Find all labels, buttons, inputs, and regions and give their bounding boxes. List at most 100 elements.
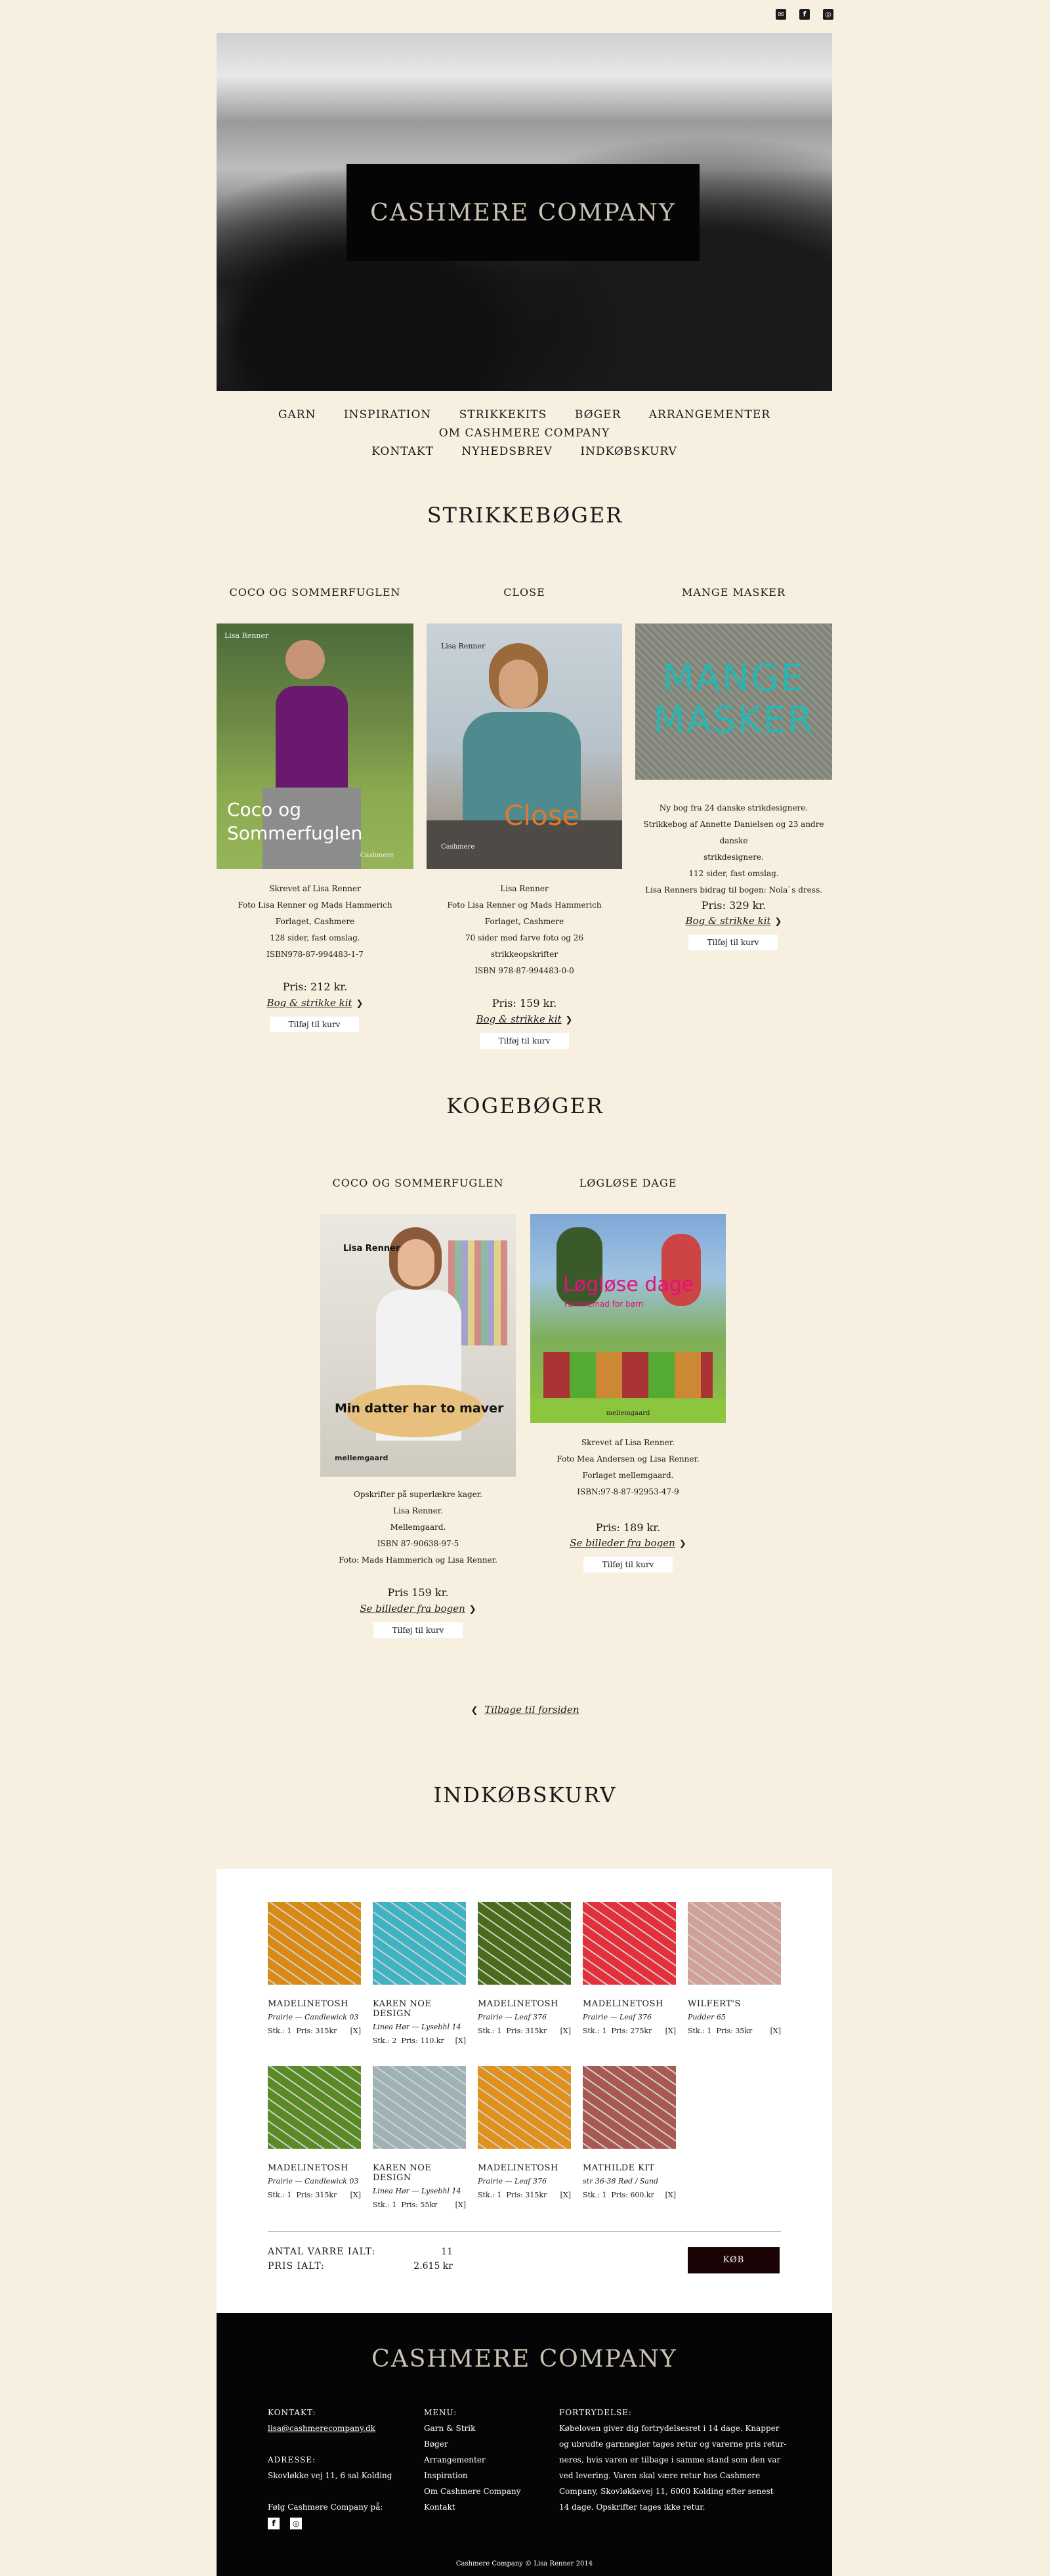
kit-link[interactable]: Bog & strikke kit (217, 997, 413, 1009)
item-qty: Stk.: 2 (373, 2037, 397, 2045)
add-to-cart-button[interactable]: Tilføj til kurv (373, 1622, 463, 1638)
item-qty: Stk.: 1 (268, 2027, 292, 2035)
item-price: Pris: 35kr (716, 2027, 753, 2035)
footer-menu-item[interactable]: Garn & Strik (424, 2420, 521, 2436)
facebook-icon[interactable]: f (268, 2518, 280, 2529)
nav-item-inspiration[interactable]: INSPIRATION (344, 408, 431, 421)
add-to-cart-button[interactable]: Tilføj til kurv (480, 1033, 569, 1049)
item-qty: Stk.: 1 (478, 2027, 502, 2035)
remove-item-button[interactable]: [X] (455, 2201, 466, 2209)
social-links: ✉ f ◎ (776, 9, 833, 20)
yarn-swatch-image[interactable] (478, 1902, 571, 1985)
hero-logo-box[interactable]: CASHMERE COMPANY (346, 164, 700, 261)
product-price: Pris: 329 kr. (701, 899, 766, 912)
chevron-left-icon: ❮ (471, 1706, 478, 1716)
item-price: Pris: 600.kr (611, 2191, 654, 2199)
images-link[interactable]: Se billeder fra bogen (320, 1603, 516, 1615)
book-cover-mange-masker[interactable]: MANGE MASKER (635, 623, 832, 780)
nav-item-om[interactable]: OM CASHMERE COMPANY (439, 427, 610, 440)
section-title-cart: INDKØBSKURV (433, 1783, 617, 1807)
footer: CASHMERE COMPANY KONTAKT: lisa@cashmerec… (217, 2313, 832, 2576)
total-price-value: 2.615 kr (413, 2261, 453, 2271)
book-cover-min-datter[interactable]: Lisa Renner Min datter har to maver mell… (320, 1214, 516, 1477)
nav-item-indkobskurv[interactable]: INDKØBSKURV (580, 445, 677, 458)
book-cover-close[interactable]: Lisa Renner Close Cashmere (427, 623, 622, 869)
remove-item-button[interactable]: [X] (560, 2191, 571, 2199)
facebook-icon[interactable]: f (799, 9, 810, 20)
nav-item-strikkekits[interactable]: STRIKKEKITS (459, 408, 547, 421)
item-brand: MADELINETOSH (268, 2163, 348, 2173)
footer-contact: KONTAKT: lisa@cashmerecompany.dk ADRESSE… (268, 2408, 392, 2529)
contact-email-link[interactable]: lisa@cashmerecompany.dk (268, 2420, 392, 2436)
nav-item-garn[interactable]: GARN (278, 408, 316, 421)
book-cover-coco[interactable]: Lisa Renner Coco og Sommerfuglen Cashmer… (217, 623, 413, 869)
remove-item-button[interactable]: [X] (665, 2191, 676, 2199)
item-variant: Prairie — Leaf 376 (583, 2013, 652, 2021)
footer-menu-item[interactable]: Om Cashmere Company (424, 2483, 521, 2499)
footer-menu: MENU: Garn & Strik Bøger Arrangementer I… (424, 2405, 521, 2515)
cart-item: MADELINETOSH Prairie — Leaf 376 Stk.: 1 Pr… (478, 1902, 571, 2035)
yarn-swatch-image[interactable] (373, 1902, 466, 1985)
add-to-cart-button[interactable]: Tilføj til kurv (583, 1557, 673, 1573)
cart-item: MADELINETOSH Prairie — Candlewick 03 Stk.:… (268, 1902, 361, 2035)
nav-item-arrangementer[interactable]: ARRANGEMENTER (649, 408, 770, 421)
add-to-cart-button[interactable]: Tilføj til kurv (688, 935, 778, 950)
cart-divider (268, 2231, 781, 2232)
cart-item: KAREN NOE DESIGN Linea Hør — Lysebhl 14 St… (373, 1902, 466, 2045)
nav-item-boger[interactable]: BØGER (575, 408, 621, 421)
cart-totals-values: 11 2.615 kr (413, 2245, 453, 2273)
cart-item: MADELINETOSH Prairie — Leaf 376 Stk.: 1 Pr… (583, 1902, 676, 2035)
item-price: Pris: 315kr (296, 2191, 337, 2199)
yarn-swatch-image[interactable] (268, 1902, 361, 1985)
yarn-swatch-image[interactable] (688, 1902, 781, 1985)
footer-terms: FORTRYDELSE: Købeloven giver dig fortryd… (559, 2408, 787, 2512)
yarn-swatch-image[interactable] (373, 2066, 466, 2149)
remove-item-button[interactable]: [X] (350, 2191, 361, 2199)
yarn-swatch-image[interactable] (478, 2066, 571, 2149)
footer-menu-item[interactable]: Kontakt (424, 2499, 521, 2515)
item-qty: Stk.: 1 (373, 2201, 397, 2209)
remove-item-button[interactable]: [X] (560, 2027, 571, 2035)
cart-item: MATHILDE KIT str 36-38 Rød / Sand Stk.: 1 … (583, 2066, 676, 2199)
yarn-swatch-image[interactable] (583, 2066, 676, 2149)
nav-item-kontakt[interactable]: KONTAKT (371, 445, 434, 458)
item-qty: Stk.: 1 (583, 2191, 607, 2199)
book-cover-loglose-dage[interactable]: Løgløse dage Familiemad for børn mellemg… (530, 1214, 726, 1423)
remove-item-button[interactable]: [X] (455, 2037, 466, 2045)
copyright: Cashmere Company © Lisa Renner 2014 (455, 2560, 593, 2567)
product-description: Skrevet af Lisa Renner. Foto Mea Andersen… (556, 1438, 700, 1496)
buy-button[interactable]: KØB (688, 2247, 780, 2273)
total-price-label: PRIS IALT: (268, 2261, 325, 2271)
footer-menu-item[interactable]: Bøger (424, 2436, 521, 2452)
add-to-cart-button[interactable]: Tilføj til kurv (270, 1017, 359, 1032)
item-price: Pris: 55kr (401, 2201, 438, 2209)
remove-item-button[interactable]: [X] (350, 2027, 361, 2035)
yarn-swatch-image[interactable] (268, 2066, 361, 2149)
product-title: MANGE MASKER (681, 586, 786, 599)
item-qty: Stk.: 1 (688, 2027, 712, 2035)
item-qty: Stk.: 1 (268, 2191, 292, 2199)
footer-menu-item[interactable]: Inspiration (424, 2468, 521, 2483)
item-brand: MADELINETOSH (478, 1999, 558, 2009)
kit-link[interactable]: Bog & strikke kit (635, 915, 832, 927)
nav-item-nyhedsbrev[interactable]: NYHEDSBREV (461, 445, 553, 458)
back-link[interactable]: ❮ Tilbage til forsiden (0, 1704, 1050, 1716)
images-link[interactable]: Se billeder fra bogen (530, 1537, 726, 1549)
footer-menu-item[interactable]: Arrangementer (424, 2452, 521, 2468)
item-brand: KAREN NOE DESIGN (373, 1999, 432, 2019)
item-variant: Prairie — Leaf 376 (478, 2177, 547, 2185)
remove-item-button[interactable]: [X] (665, 2027, 676, 2035)
yarn-swatch-image[interactable] (583, 1902, 676, 1985)
total-items-label: ANTAL VARRE IALT: (268, 2247, 376, 2257)
cart-item: MADELINETOSH Prairie — Candlewick 03 Stk.:… (268, 2066, 361, 2199)
product-description: Lisa Renner Foto Lisa Renner og Mads Hamm… (447, 884, 602, 975)
product-price: Pris: 189 kr. (595, 1521, 661, 1534)
remove-item-button[interactable]: [X] (770, 2027, 781, 2035)
cart-item: WILFERT'S Pudder 65 Stk.: 1 Pris: 35kr [X] (688, 1902, 781, 2035)
footer-brand: CASHMERE COMPANY (371, 2346, 677, 2373)
mail-icon[interactable]: ✉ (776, 9, 786, 20)
instagram-icon[interactable]: ◎ (823, 9, 833, 20)
kit-link[interactable]: Bog & strikke kit (427, 1013, 622, 1025)
instagram-icon[interactable]: ◎ (290, 2518, 302, 2529)
product-description: Skrevet af Lisa Renner Foto Lisa Renner o… (238, 884, 392, 959)
